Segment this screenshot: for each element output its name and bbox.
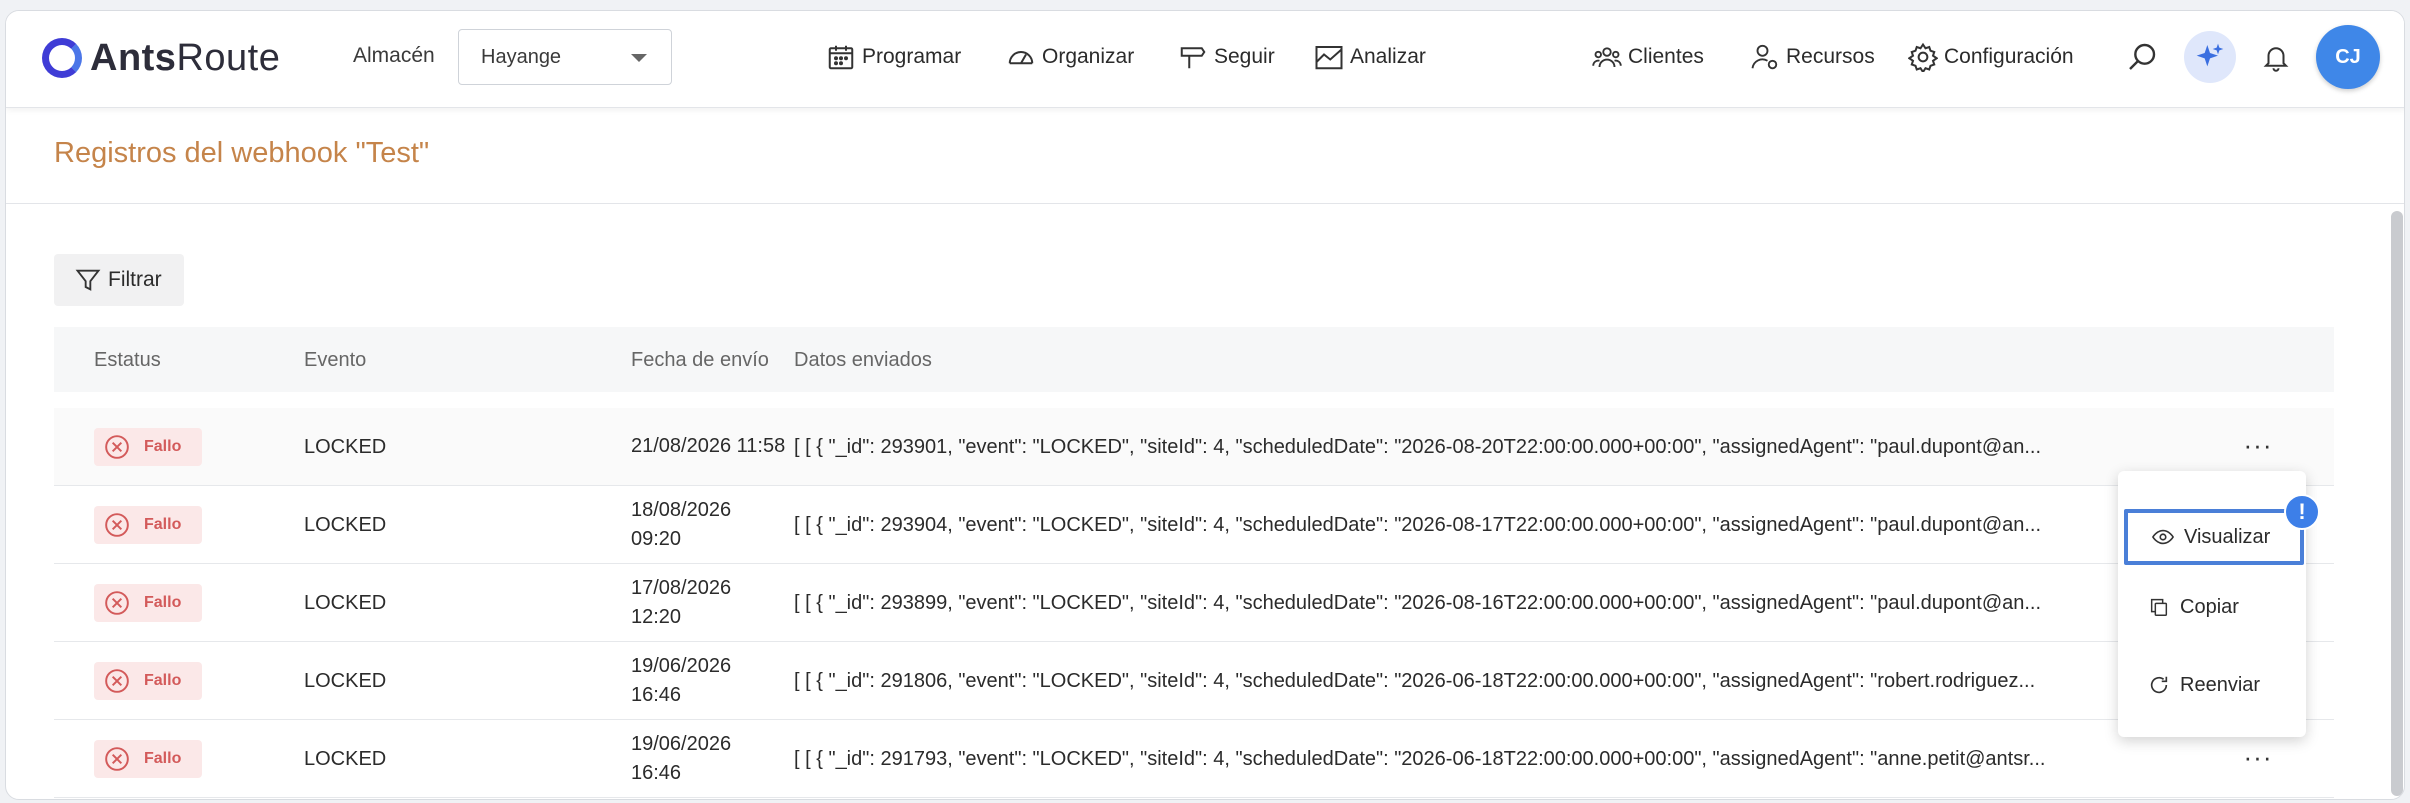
app-window: AntsRoute Almacén Hayange Programar Orga… [5, 10, 2405, 800]
nav-programar-label: Programar [862, 45, 962, 68]
page-title: Registros del webhook "Test" [54, 137, 430, 169]
status-badge: Fallo [94, 506, 202, 544]
signpost-icon [1180, 47, 1206, 69]
warehouse-value: Hayange [481, 45, 562, 68]
row-actions-button[interactable]: ··· [2238, 742, 2278, 772]
antsroute-logo[interactable]: AntsRoute [42, 33, 280, 83]
date-cell: 17/08/2026 12:20 [631, 577, 732, 628]
status-badge: Fallo [94, 662, 202, 700]
date-cell: 21/08/2026 11:58 [631, 435, 786, 457]
search-icon [2129, 43, 2156, 70]
event-cell: LOCKED [304, 670, 387, 692]
copy-icon [2150, 598, 2168, 616]
table-header: Estatus Evento Fecha de envío Datos envi… [54, 327, 2334, 392]
menu-item-reenviar-label: Reenviar [2180, 673, 2261, 696]
gear-icon [1908, 42, 1938, 72]
nav-configuracion[interactable]: Configuración [1908, 39, 2074, 75]
error-circle-icon [105, 435, 129, 459]
nav-analizar-label: Analizar [1350, 45, 1426, 68]
table-row[interactable]: Fallo LOCKED 19/06/2026 16:46 [ [ { "_id"… [54, 720, 2334, 798]
nav-configuracion-label: Configuración [1944, 45, 2074, 68]
menu-item-visualizar-label: Visualizar [2184, 525, 2271, 548]
status-text: Fallo [144, 672, 182, 689]
header-status[interactable]: Estatus [94, 349, 161, 372]
logo-mark-icon [42, 38, 82, 78]
error-circle-icon [105, 669, 129, 693]
data-cell: [ [ { "_id": 291793, "event": "LOCKED", … [794, 748, 2046, 770]
nav-organizar-label: Organizar [1042, 45, 1135, 68]
nav-recursos[interactable]: Recursos [1750, 39, 1875, 75]
event-cell: LOCKED [304, 514, 387, 536]
status-text: Fallo [144, 594, 182, 611]
table-row[interactable]: Fallo LOCKED 18/08/2026 09:20 [ [ { "_id"… [54, 486, 2334, 564]
table-row[interactable]: Fallo LOCKED 21/08/2026 11:58 [ [ { "_id… [54, 408, 2334, 486]
status-badge: Fallo [94, 584, 202, 622]
refresh-icon [2150, 676, 2168, 694]
ai-assistant-button[interactable] [2184, 31, 2236, 83]
status-badge: Fallo [94, 428, 202, 466]
header-event[interactable]: Evento [304, 349, 366, 372]
status-text: Fallo [144, 438, 182, 455]
nav-recursos-label: Recursos [1786, 45, 1875, 68]
alert-badge: ! [2284, 494, 2320, 530]
data-cell: [ [ { "_id": 291806, "event": "LOCKED", … [794, 670, 2036, 692]
notifications-button[interactable] [2258, 39, 2294, 75]
menu-item-reenviar[interactable]: Reenviar [2118, 657, 2306, 713]
user-avatar[interactable]: CJ [2316, 25, 2380, 89]
data-cell: [ [ { "_id": 293904, "event": "LOCKED", … [794, 514, 2042, 536]
date-cell: 19/06/2026 16:46 [631, 733, 732, 784]
date-cell: 18/08/2026 09:20 [631, 499, 732, 550]
nav-organizar[interactable]: Organizar [1006, 39, 1134, 75]
menu-item-copiar-label: Copiar [2180, 595, 2239, 618]
nav-clientes[interactable]: Clientes [1592, 39, 1704, 75]
warehouse-label: Almacén [353, 44, 435, 67]
error-circle-icon [105, 747, 129, 771]
menu-item-visualizar[interactable]: Visualizar [2124, 509, 2304, 565]
nav-analizar[interactable]: Analizar [1314, 39, 1426, 75]
header-data[interactable]: Datos enviados [794, 349, 932, 372]
nav-clientes-label: Clientes [1628, 45, 1704, 68]
event-cell: LOCKED [304, 592, 387, 614]
caret-down-icon [631, 54, 647, 62]
warehouse-select[interactable]: Hayange [458, 29, 672, 85]
eye-icon [2152, 529, 2174, 545]
filter-label: Filtrar [108, 268, 162, 291]
gauge-icon [1008, 51, 1034, 65]
data-cell: [ [ { "_id": 293901, "event": "LOCKED", … [794, 436, 2042, 458]
nav-seguir-label: Seguir [1214, 45, 1275, 68]
row-actions-menu: Visualizar Copiar Reenviar [2118, 471, 2306, 737]
top-navigation-bar: AntsRoute Almacén Hayange Programar Orga… [6, 11, 2404, 108]
filter-button[interactable]: Filtrar [54, 254, 184, 306]
status-text: Fallo [144, 516, 182, 533]
status-badge: Fallo [94, 740, 202, 778]
error-circle-icon [105, 591, 129, 615]
error-circle-icon [105, 513, 129, 537]
header-date[interactable]: Fecha de envío [631, 349, 769, 372]
event-cell: LOCKED [304, 436, 387, 458]
bell-icon [2263, 47, 2289, 72]
vertical-scrollbar[interactable] [2391, 211, 2403, 796]
table-row[interactable]: Fallo LOCKED 19/06/2026 16:46 [ [ { "_id"… [54, 642, 2334, 720]
nav-seguir[interactable]: Seguir [1178, 39, 1275, 75]
nav-programar[interactable]: Programar [826, 39, 961, 75]
row-actions-button[interactable]: ··· [2238, 430, 2278, 460]
filter-icon [75, 269, 101, 291]
table-row[interactable]: Fallo LOCKED 17/08/2026 12:20 [ [ { "_id"… [54, 564, 2334, 642]
sparkles-icon [2196, 43, 2224, 67]
calendar-icon [828, 45, 854, 70]
menu-item-copiar[interactable]: Copiar [2118, 579, 2306, 635]
customers-icon [1592, 47, 1622, 68]
title-divider [6, 203, 2404, 204]
resources-icon [1751, 44, 1778, 70]
event-cell: LOCKED [304, 748, 387, 770]
date-cell: 19/06/2026 16:46 [631, 655, 732, 706]
status-text: Fallo [144, 750, 182, 767]
search-button[interactable] [2124, 39, 2160, 75]
logo-text: AntsRoute [90, 36, 281, 79]
data-cell: [ [ { "_id": 293899, "event": "LOCKED", … [794, 592, 2042, 614]
chart-icon [1315, 46, 1343, 70]
